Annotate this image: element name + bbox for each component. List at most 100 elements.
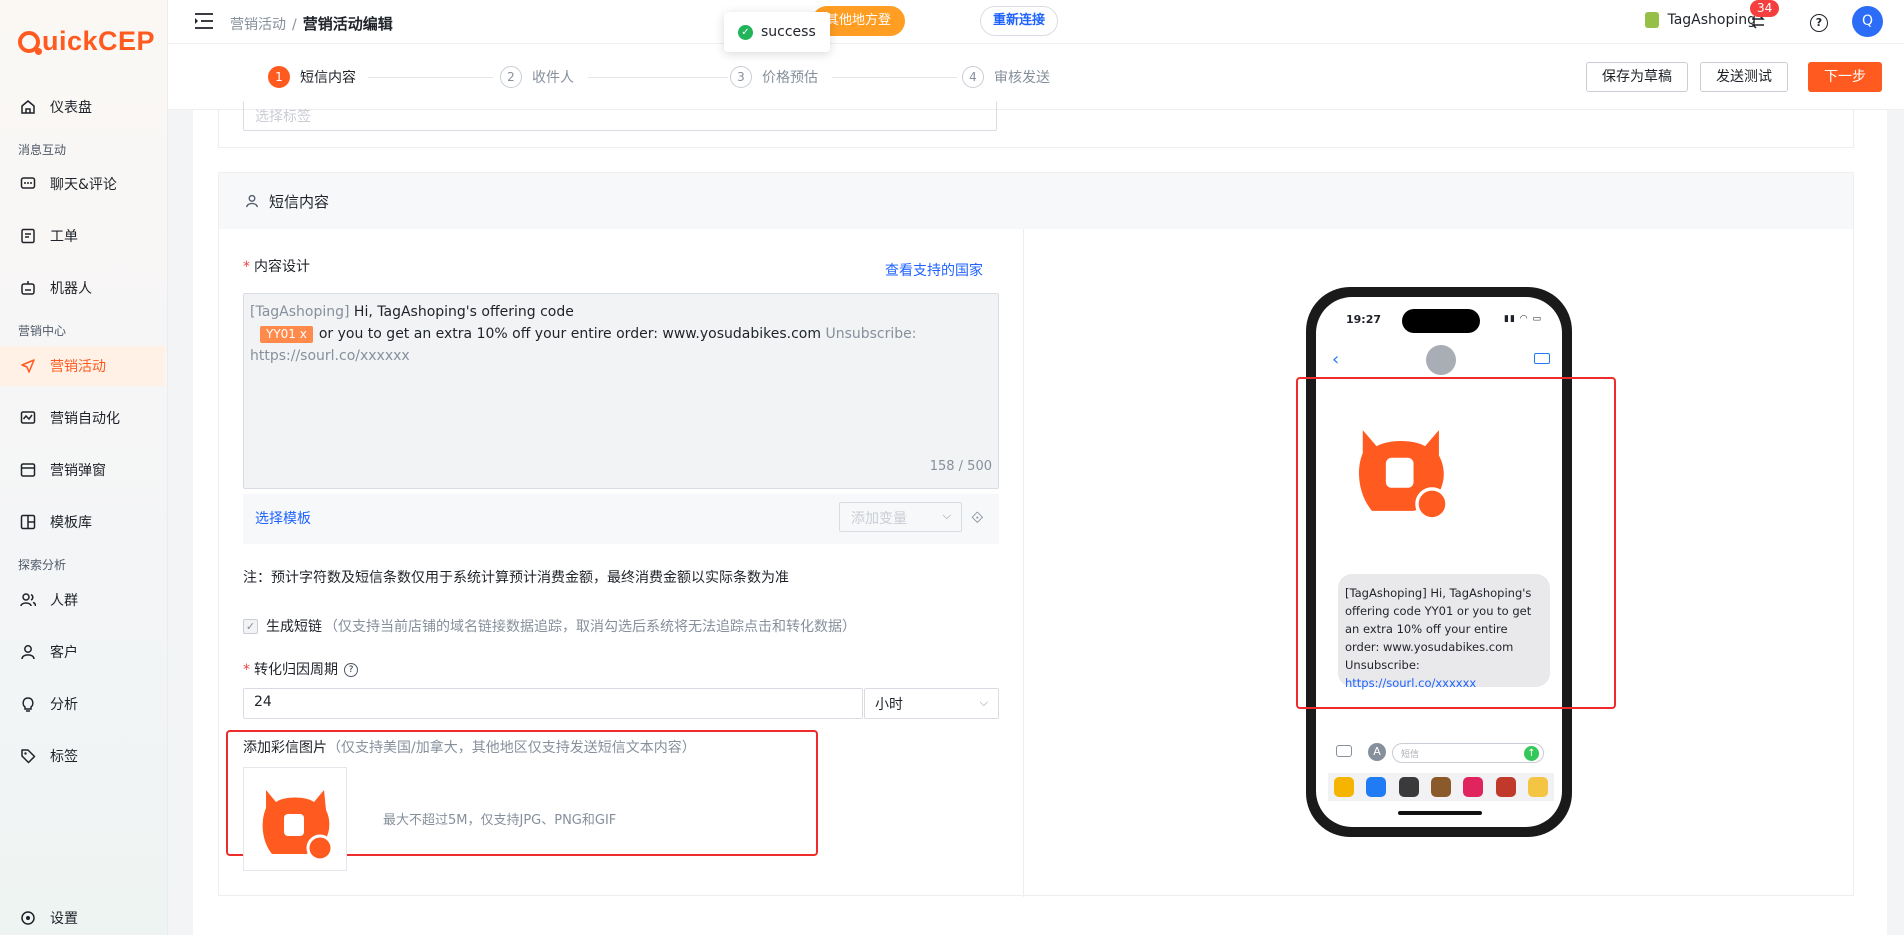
contact-avatar-icon: [1426, 345, 1456, 375]
attribution-unit-select[interactable]: 小时 ⌵: [864, 688, 999, 719]
sidebar-item-tickets[interactable]: 工单: [0, 216, 165, 256]
attribution-period-input[interactable]: 24: [243, 688, 863, 719]
back-chevron-icon: ‹: [1332, 349, 1340, 370]
send-icon: [21, 359, 35, 373]
checkbox-checked-icon: ✓: [243, 618, 258, 634]
automation-icon: [20, 411, 36, 424]
send-arrow-icon: ↑: [1524, 746, 1539, 761]
robot-icon: [21, 281, 35, 295]
notification-badge: 34: [1750, 0, 1780, 17]
sidebar-item-robot[interactable]: 机器人: [0, 268, 165, 308]
nav-group-analysis: 探索分析: [18, 558, 67, 572]
video-call-icon: [1534, 353, 1550, 364]
nav-group-marketing: 营销中心: [18, 324, 67, 338]
memoji-app-icon: [1430, 777, 1451, 797]
home-icon: [21, 100, 35, 114]
step-connector: [832, 77, 957, 78]
add-variable-select[interactable]: 添加变量 ⌵: [839, 502, 962, 532]
ai-assist-icon[interactable]: ⟐: [971, 508, 984, 528]
home-indicator: [1398, 811, 1482, 815]
mms-image-upload[interactable]: [243, 767, 347, 871]
dynamic-island: [1402, 309, 1480, 333]
nav-group-messaging: 消息互动: [18, 143, 67, 157]
step-review-send[interactable]: 4 审核发送: [962, 66, 1050, 88]
tag-icon: [21, 749, 36, 764]
sticker-app-icon: [1495, 777, 1516, 797]
sidebar-item-analytics[interactable]: 分析: [0, 684, 165, 724]
logo-q-icon: [18, 30, 42, 55]
step-recipients[interactable]: 2 收件人: [500, 66, 574, 88]
message-input-bar: A 短信 ↑: [1324, 743, 1556, 767]
chat-icon: [20, 177, 36, 189]
sidebar-item-dashboard[interactable]: 仪表盘: [0, 87, 165, 127]
breadcrumb: 营销活动 / 营销活动编辑: [230, 13, 393, 34]
sidebar: uickCEP 仪表盘 消息互动 聊天&评论 工单 机器人 营销中心 营销活动 …: [0, 0, 168, 935]
sidebar-item-settings[interactable]: 设置: [0, 898, 165, 935]
sidebar-item-customers[interactable]: 客户: [0, 632, 165, 672]
digital-touch-icon: [1463, 777, 1484, 797]
shopify-icon: [1645, 12, 1660, 28]
attribution-period-label: * 转化归因周期?: [243, 659, 358, 679]
sidebar-item-tags[interactable]: 标签: [0, 736, 165, 776]
phone-time: 19:27: [1346, 313, 1382, 326]
people-icon: [20, 593, 36, 607]
bulb-icon: [22, 697, 34, 712]
character-counter: 158 / 500: [929, 459, 992, 474]
help-icon[interactable]: ?: [1810, 14, 1828, 32]
shortlink-checkbox[interactable]: ✓ 生成短链 （仅支持当前店铺的域名链接数据追踪，取消勾选后系统将无法追踪点击和…: [243, 616, 856, 636]
status-icons: ▮▮ ◠ ▭: [1504, 314, 1542, 324]
topbar: 营销活动 / 营销活动编辑 其他地方登 重新连接 TagAshoping 34 ? …: [168, 0, 1904, 44]
save-draft-button[interactable]: 保存为草稿: [1586, 62, 1688, 92]
view-supported-countries-link[interactable]: 查看支持的国家: [885, 260, 983, 280]
breadcrumb-parent[interactable]: 营销活动: [230, 17, 286, 33]
notifications-button[interactable]: 34: [1748, 0, 1780, 32]
upload-hint: 最大不超过5M，仅支持JPG、PNG和GIF: [383, 813, 617, 828]
imessage-app-row: [1328, 773, 1554, 801]
photos-app-icon: [1334, 777, 1355, 797]
menu-fold-icon[interactable]: [194, 12, 214, 30]
choose-template-link[interactable]: 选择模板: [255, 508, 311, 528]
template-icon: [20, 514, 36, 530]
step-connector: [588, 77, 728, 78]
sidebar-item-templates[interactable]: 模板库: [0, 502, 165, 542]
mail-app-icon: [1527, 777, 1548, 797]
sidebar-item-popups[interactable]: 营销弹窗: [0, 450, 165, 490]
variable-chip-discount-code[interactable]: YY01 x: [260, 326, 313, 343]
avatar[interactable]: Q: [1852, 6, 1883, 37]
step-connector: [368, 77, 493, 78]
editor-line-1: [TagAshoping] Hi, TagAshoping's offering…: [250, 304, 574, 320]
appstore-icon: A: [1368, 743, 1386, 761]
step-sms-content[interactable]: 1 短信内容: [268, 66, 356, 88]
camera-icon: [1336, 745, 1352, 757]
brand-mascot-image: [262, 790, 334, 862]
sms-content-editor[interactable]: [TagAshoping] Hi, TagAshoping's offering…: [243, 293, 999, 489]
tag-select[interactable]: 选择标签: [243, 101, 997, 131]
sidebar-item-chat[interactable]: 聊天&评论: [0, 164, 165, 204]
popup-icon: [20, 463, 36, 477]
column-divider: [1023, 229, 1024, 897]
step-price-estimate[interactable]: 3 价格预估: [730, 66, 818, 88]
music-app-icon: [1398, 777, 1419, 797]
reconnect-button[interactable]: 重新连接: [980, 6, 1059, 36]
section-header: 短信内容: [219, 173, 1853, 229]
user-icon: [21, 645, 35, 660]
ticket-icon: [21, 228, 35, 244]
page-title: 营销活动编辑: [302, 15, 393, 33]
check-circle-icon: ✓: [738, 24, 753, 40]
chevron-down-icon: ⌵: [942, 509, 951, 522]
sidebar-item-audience[interactable]: 人群: [0, 580, 165, 620]
question-icon[interactable]: ?: [344, 663, 358, 677]
quickcep-logo[interactable]: uickCEP: [18, 26, 155, 57]
user-icon: [246, 194, 258, 208]
chevron-down-icon: ⌵: [979, 696, 988, 709]
message-input: 短信 ↑: [1392, 743, 1544, 763]
send-test-button[interactable]: 发送测试: [1700, 62, 1788, 92]
next-step-button[interactable]: 下一步: [1808, 62, 1882, 92]
sidebar-item-campaigns[interactable]: 营销活动: [0, 346, 165, 386]
sidebar-item-automation[interactable]: 营销自动化: [0, 398, 165, 438]
highlight-box-preview: [1296, 377, 1616, 709]
success-toast: ✓ success: [724, 12, 830, 52]
editor-line-2: YY01 x or you to get an extra 10% off you…: [250, 326, 917, 364]
appstore-app-icon: [1366, 777, 1387, 797]
shop-switcher[interactable]: TagAshoping: [1645, 12, 1756, 28]
